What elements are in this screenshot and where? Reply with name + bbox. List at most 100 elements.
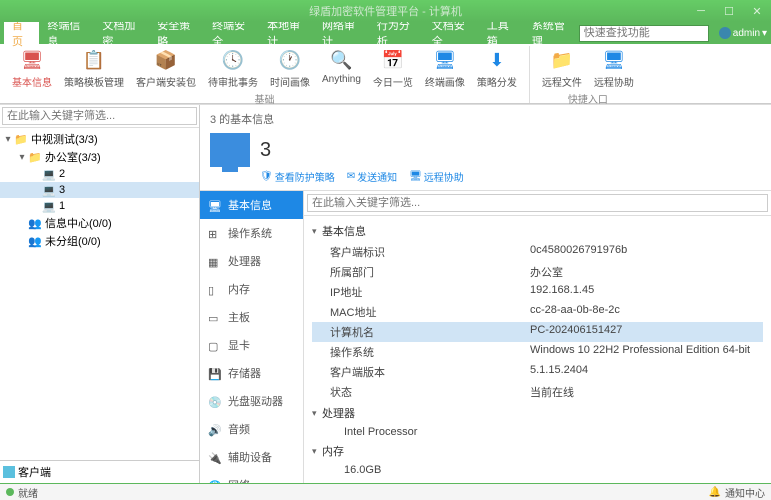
ribbon-item-4[interactable]: 🕐时间画像	[264, 46, 316, 91]
ribbon-icon: 📁	[550, 48, 574, 72]
nav-item-10[interactable]: 🌐网络	[200, 471, 303, 483]
ribbon-icon: 🕓	[221, 48, 245, 72]
tree-search-input[interactable]	[2, 107, 197, 125]
left-tab-client[interactable]: 客户端	[3, 464, 51, 480]
kv-row[interactable]: 状态当前在线	[312, 382, 763, 402]
ribbon-item-10[interactable]: 🖥远程协助	[588, 46, 640, 91]
ribbon: 🖥基本信息 📋 策略模板管理 📦客户端安装包 🕓 待审批事务 🕐时间画像🔍Anything📅…	[0, 44, 771, 104]
status-bar: 就绪 🔔 通知中心	[0, 483, 771, 500]
link-view-policy[interactable]: 🛡 查看防护策略	[260, 169, 335, 184]
nav-label: 光盘驱动器	[228, 393, 283, 409]
tree-node[interactable]: ▾📁中视测试(3/3)	[0, 130, 199, 148]
section-title: 内存	[322, 443, 344, 459]
maximize-button[interactable]: ☐	[715, 5, 743, 18]
ribbon-item-3[interactable]: 🕓 待审批事务	[202, 46, 264, 91]
sub-value: Intel Processor	[344, 426, 763, 438]
tree-toggle-icon[interactable]: ▾	[16, 152, 28, 163]
ribbon-label: 待审批事务	[208, 74, 258, 89]
user-badge[interactable]: admin▾	[719, 27, 767, 39]
tree-node-label: 中视测试(3/3)	[31, 131, 98, 147]
detail-title: 3 的基本信息	[210, 111, 761, 127]
nav-item-4[interactable]: ▭主板	[200, 303, 303, 331]
nav-item-9[interactable]: 🔌辅助设备	[200, 443, 303, 471]
tree-node-label: 未分组(0/0)	[45, 233, 101, 249]
search-input[interactable]	[579, 25, 709, 42]
tree-node[interactable]: 💻3	[0, 182, 199, 198]
global-search	[579, 25, 709, 42]
ribbon-item-7[interactable]: 🖥 终端画像	[419, 46, 471, 91]
tree-node[interactable]: 👥信息中心(0/0)	[0, 214, 199, 232]
status-dot-icon	[6, 488, 14, 496]
kv-row[interactable]: MAC地址cc-28-aa-0b-8e-2c	[312, 302, 763, 322]
nav-item-8[interactable]: 🔊音频	[200, 415, 303, 443]
nav-item-1[interactable]: ⊞操作系统	[200, 219, 303, 247]
ribbon-item-2[interactable]: 📦客户端安装包	[130, 46, 202, 91]
kv-row[interactable]: 客户端版本5.1.15.2404	[312, 362, 763, 382]
link-remote-assist[interactable]: 🖥 远程协助	[409, 169, 464, 184]
section-header[interactable]: ▾处理器	[312, 402, 763, 424]
detail-body: ▾基本信息客户端标识0c4580026791976b所属部门办公室IP地址192…	[304, 216, 771, 483]
user-name: admin	[733, 28, 760, 39]
tree-node-icon: 💻	[42, 167, 56, 181]
kv-key: 客户端标识	[330, 244, 530, 260]
kv-value: 办公室	[530, 264, 563, 280]
nav-item-2[interactable]: ▦处理器	[200, 247, 303, 275]
nav-item-6[interactable]: 💾存储器	[200, 359, 303, 387]
nav-item-3[interactable]: ▯内存	[200, 275, 303, 303]
ribbon-item-6[interactable]: 📅今日一览	[367, 46, 419, 91]
kv-row[interactable]: 所属部门办公室	[312, 262, 763, 282]
kv-row[interactable]: 操作系统Windows 10 22H2 Professional Edition…	[312, 342, 763, 362]
section-header[interactable]: ▾主板	[312, 478, 763, 483]
section-header[interactable]: ▾基本信息	[312, 220, 763, 242]
kv-row[interactable]: IP地址192.168.1.45	[312, 282, 763, 302]
nav-icon: 🔌	[208, 452, 222, 463]
kv-row[interactable]: 计算机名PC-202406151427	[312, 322, 763, 342]
tree-node-icon: 👥	[28, 234, 42, 248]
nav-label: 基本信息	[228, 197, 272, 213]
ribbon-label: Anything	[322, 74, 361, 85]
ribbon-icon: 🕐	[278, 48, 302, 72]
kv-value: 0c4580026791976b	[530, 244, 627, 260]
nav-label: 网络	[228, 477, 250, 483]
detail-search-input[interactable]	[307, 194, 768, 212]
kv-row[interactable]: 客户端标识0c4580026791976b	[312, 242, 763, 262]
section-header[interactable]: ▾内存	[312, 440, 763, 462]
nav-label: 操作系统	[228, 225, 272, 241]
nav-icon: 💿	[208, 396, 222, 407]
kv-value: 5.1.15.2404	[530, 364, 588, 380]
nav-item-7[interactable]: 💿 光盘驱动器	[200, 387, 303, 415]
nav-icon: ▢	[208, 340, 222, 351]
tree-toggle-icon[interactable]: ▾	[2, 134, 14, 145]
tree-node[interactable]: ▾📁办公室(3/3)	[0, 148, 199, 166]
ribbon-item-9[interactable]: 📁远程文件	[536, 46, 588, 91]
tree-node-label: 办公室(3/3)	[45, 149, 101, 165]
ribbon-label: 策略模板管理	[64, 74, 124, 89]
tree-node[interactable]: 💻1	[0, 198, 199, 214]
ribbon-label: 终端画像	[425, 74, 465, 89]
ribbon-icon: 🖥	[433, 48, 457, 72]
ribbon-item-8[interactable]: ⬇策略分发	[471, 46, 523, 91]
tree-node-icon: 👥	[28, 216, 42, 230]
kv-value: Windows 10 22H2 Professional Edition 64-…	[530, 344, 750, 360]
ribbon-icon: 🖥	[20, 48, 44, 72]
ribbon-item-1[interactable]: 📋 策略模板管理	[58, 46, 130, 91]
status-notify: 通知中心	[725, 485, 765, 500]
ribbon-item-5[interactable]: 🔍Anything	[316, 46, 367, 91]
tree-node-icon: 📁	[28, 150, 42, 164]
tree-node[interactable]: 💻2	[0, 166, 199, 182]
sub-value: 16.0GB	[344, 464, 763, 476]
chevron-down-icon: ▾	[312, 226, 322, 237]
minimize-button[interactable]: ─	[687, 5, 715, 18]
nav-label: 存储器	[228, 365, 261, 381]
nav-item-0[interactable]: 🖥 基本信息	[200, 191, 303, 219]
link-send-notice[interactable]: ✉ 发送通知	[347, 169, 397, 184]
nav-item-5[interactable]: ▢ 显卡	[200, 331, 303, 359]
tree-node[interactable]: 👥未分组(0/0)	[0, 232, 199, 250]
ribbon-item-0[interactable]: 🖥基本信息	[6, 46, 58, 91]
detail-panel: ▾基本信息客户端标识0c4580026791976b所属部门办公室IP地址192…	[304, 191, 771, 483]
nav-label: 显卡	[228, 337, 250, 353]
ribbon-icon: 📋	[82, 48, 106, 72]
nav-icon: 🖥	[208, 200, 222, 211]
status-right[interactable]: 🔔 通知中心	[709, 485, 765, 500]
close-button[interactable]: ✕	[743, 5, 771, 18]
